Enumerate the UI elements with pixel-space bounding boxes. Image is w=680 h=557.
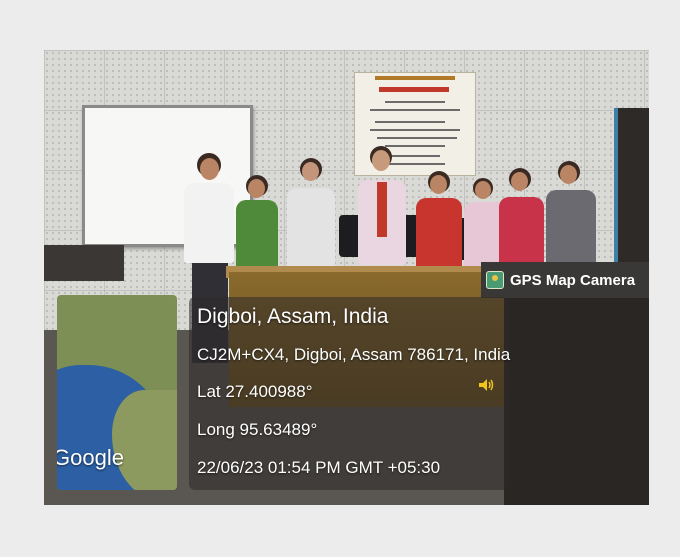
- app-name: GPS Map Camera: [510, 271, 636, 289]
- banner-civil-services: [379, 87, 449, 92]
- address: CJ2M+CX4, Digboi, Assam 786171, India: [197, 345, 511, 364]
- longitude: Long 95.63489°: [197, 420, 318, 439]
- geotag-info-panel: Digboi, Assam, India CJ2M+CX4, Digboi, A…: [189, 297, 511, 490]
- mini-map: Google: [57, 295, 177, 490]
- latitude: Lat 27.400988°: [197, 382, 313, 401]
- gps-map-camera-icon: [486, 271, 504, 289]
- shadowed-furniture: [504, 290, 649, 505]
- google-logo: Google: [57, 445, 124, 470]
- map-land: [112, 390, 177, 490]
- gps-map-camera-badge: GPS Map Camera: [481, 262, 649, 298]
- datetime: 22/06/23 01:54 PM GMT +05:30: [197, 458, 441, 477]
- speaker-icon: [479, 379, 494, 391]
- scarf: [377, 182, 387, 237]
- side-desk: [44, 245, 124, 281]
- location-title: Digboi, Assam, India: [197, 305, 389, 328]
